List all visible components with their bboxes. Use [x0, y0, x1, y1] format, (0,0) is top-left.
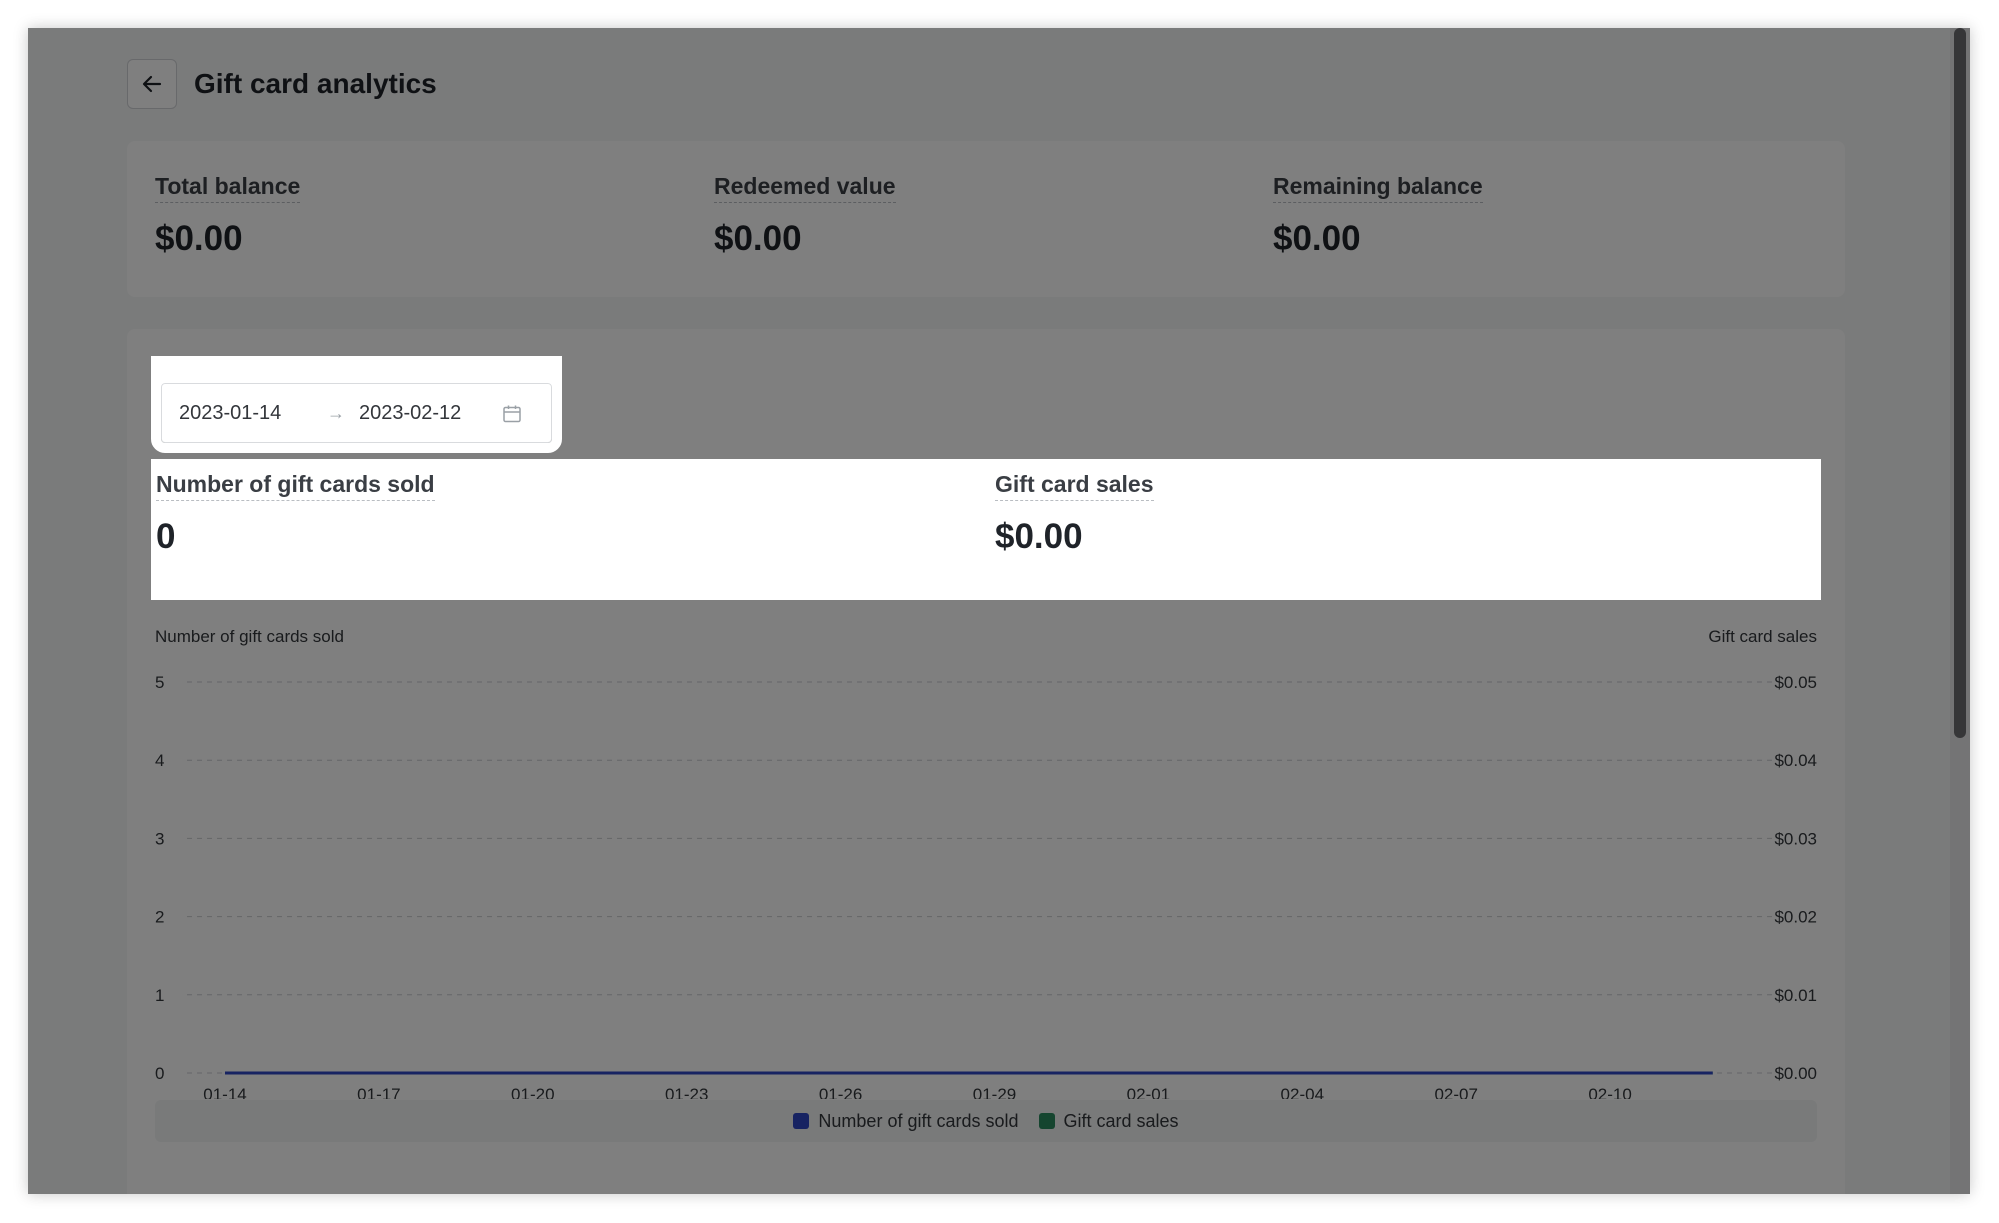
x-tick-label: 02-07	[1434, 1085, 1477, 1099]
date-range-spotlight: 2023-01-14 → 2023-02-12	[151, 356, 562, 453]
x-tick-label: 02-10	[1588, 1085, 1631, 1099]
y-tick-label-left: 4	[155, 751, 164, 770]
page-title: Gift card analytics	[194, 68, 437, 99]
date-start-input[interactable]: 2023-01-14	[179, 402, 281, 425]
metric-total-balance: Total balance $0.00	[155, 173, 301, 259]
app-window: Gift card analytics Total balance $0.00 …	[28, 28, 1970, 1194]
gift-card-analytics-page: Gift card analytics Total balance $0.00 …	[28, 28, 1950, 1194]
legend-label: Number of gift cards sold	[818, 1110, 1019, 1131]
legend-swatch-count	[793, 1113, 810, 1129]
legend-swatch-sales	[1038, 1113, 1055, 1129]
x-tick-label: 01-23	[665, 1085, 708, 1099]
y-tick-label-right: $0.05	[1774, 673, 1817, 692]
x-tick-label: 01-26	[819, 1085, 862, 1099]
x-tick-label: 01-29	[973, 1085, 1016, 1099]
calendar-icon[interactable]	[502, 404, 522, 424]
scrollbar[interactable]	[1950, 28, 1970, 1194]
y-tick-label-right: $0.04	[1774, 751, 1817, 770]
line-chart: Number of gift cards sold Gift card sales…	[155, 627, 1817, 1104]
page-header: Gift card analytics	[127, 58, 437, 110]
metric-remaining-balance: Remaining balance $0.00	[1273, 173, 1483, 259]
x-tick-label: 01-20	[511, 1085, 554, 1099]
stat-gift-cards-sold: Number of gift cards sold 0	[156, 471, 435, 557]
chart-area: Number of gift cards sold Gift card sales…	[127, 609, 1845, 1104]
y-tick-label-right: $0.00	[1774, 1064, 1817, 1083]
y-tick-label-right: $0.02	[1774, 908, 1817, 927]
date-end-input[interactable]: 2023-02-12	[359, 402, 461, 425]
date-range-picker[interactable]: 2023-01-14 → 2023-02-12	[151, 373, 562, 453]
arrow-left-icon	[142, 75, 162, 93]
x-tick-label: 01-17	[357, 1085, 400, 1099]
y-tick-label-left: 3	[155, 829, 164, 848]
stat-value: $0.00	[995, 517, 1083, 556]
y-tick-label-left: 1	[155, 986, 164, 1005]
metric-label[interactable]: Remaining balance	[1273, 173, 1483, 203]
stat-label[interactable]: Number of gift cards sold	[156, 471, 435, 501]
metric-value: $0.00	[155, 219, 243, 258]
y-tick-label-right: $0.03	[1774, 829, 1817, 848]
legend-item-count[interactable]: Number of gift cards sold	[793, 1110, 1019, 1132]
y-tick-label-left: 2	[155, 908, 164, 927]
x-tick-label: 02-01	[1127, 1085, 1170, 1099]
stat-gift-card-sales: Gift card sales $0.00	[995, 471, 1154, 557]
chart-legend: Number of gift cards sold Gift card sale…	[155, 1100, 1817, 1142]
metric-label[interactable]: Redeemed value	[714, 173, 896, 203]
stat-value: 0	[156, 517, 176, 556]
x-tick-label: 02-04	[1281, 1085, 1324, 1099]
scrollbar-thumb[interactable]	[1954, 28, 1966, 738]
balance-summary-card: Total balance $0.00 Redeemed value $0.00…	[127, 141, 1845, 297]
metric-value: $0.00	[1273, 219, 1361, 258]
y-tick-label-right: $0.01	[1774, 986, 1817, 1005]
metric-value: $0.00	[714, 219, 802, 258]
date-range-arrow: →	[327, 402, 345, 423]
y-tick-label-left: 5	[155, 673, 164, 692]
y-axis-label-right: Gift card sales	[1708, 627, 1817, 646]
legend-item-sales[interactable]: Gift card sales	[1038, 1110, 1179, 1132]
metric-label[interactable]: Total balance	[155, 173, 301, 203]
stats-spotlight: Number of gift cards sold 0 Gift card sa…	[151, 459, 1821, 600]
legend-label: Gift card sales	[1063, 1110, 1179, 1131]
x-tick-label: 01-14	[203, 1085, 246, 1099]
back-button[interactable]	[127, 59, 177, 109]
y-axis-label-left: Number of gift cards sold	[155, 627, 344, 646]
stat-label[interactable]: Gift card sales	[995, 471, 1154, 501]
y-tick-label-left: 0	[155, 1064, 164, 1083]
metric-redeemed-value: Redeemed value $0.00	[714, 173, 896, 259]
